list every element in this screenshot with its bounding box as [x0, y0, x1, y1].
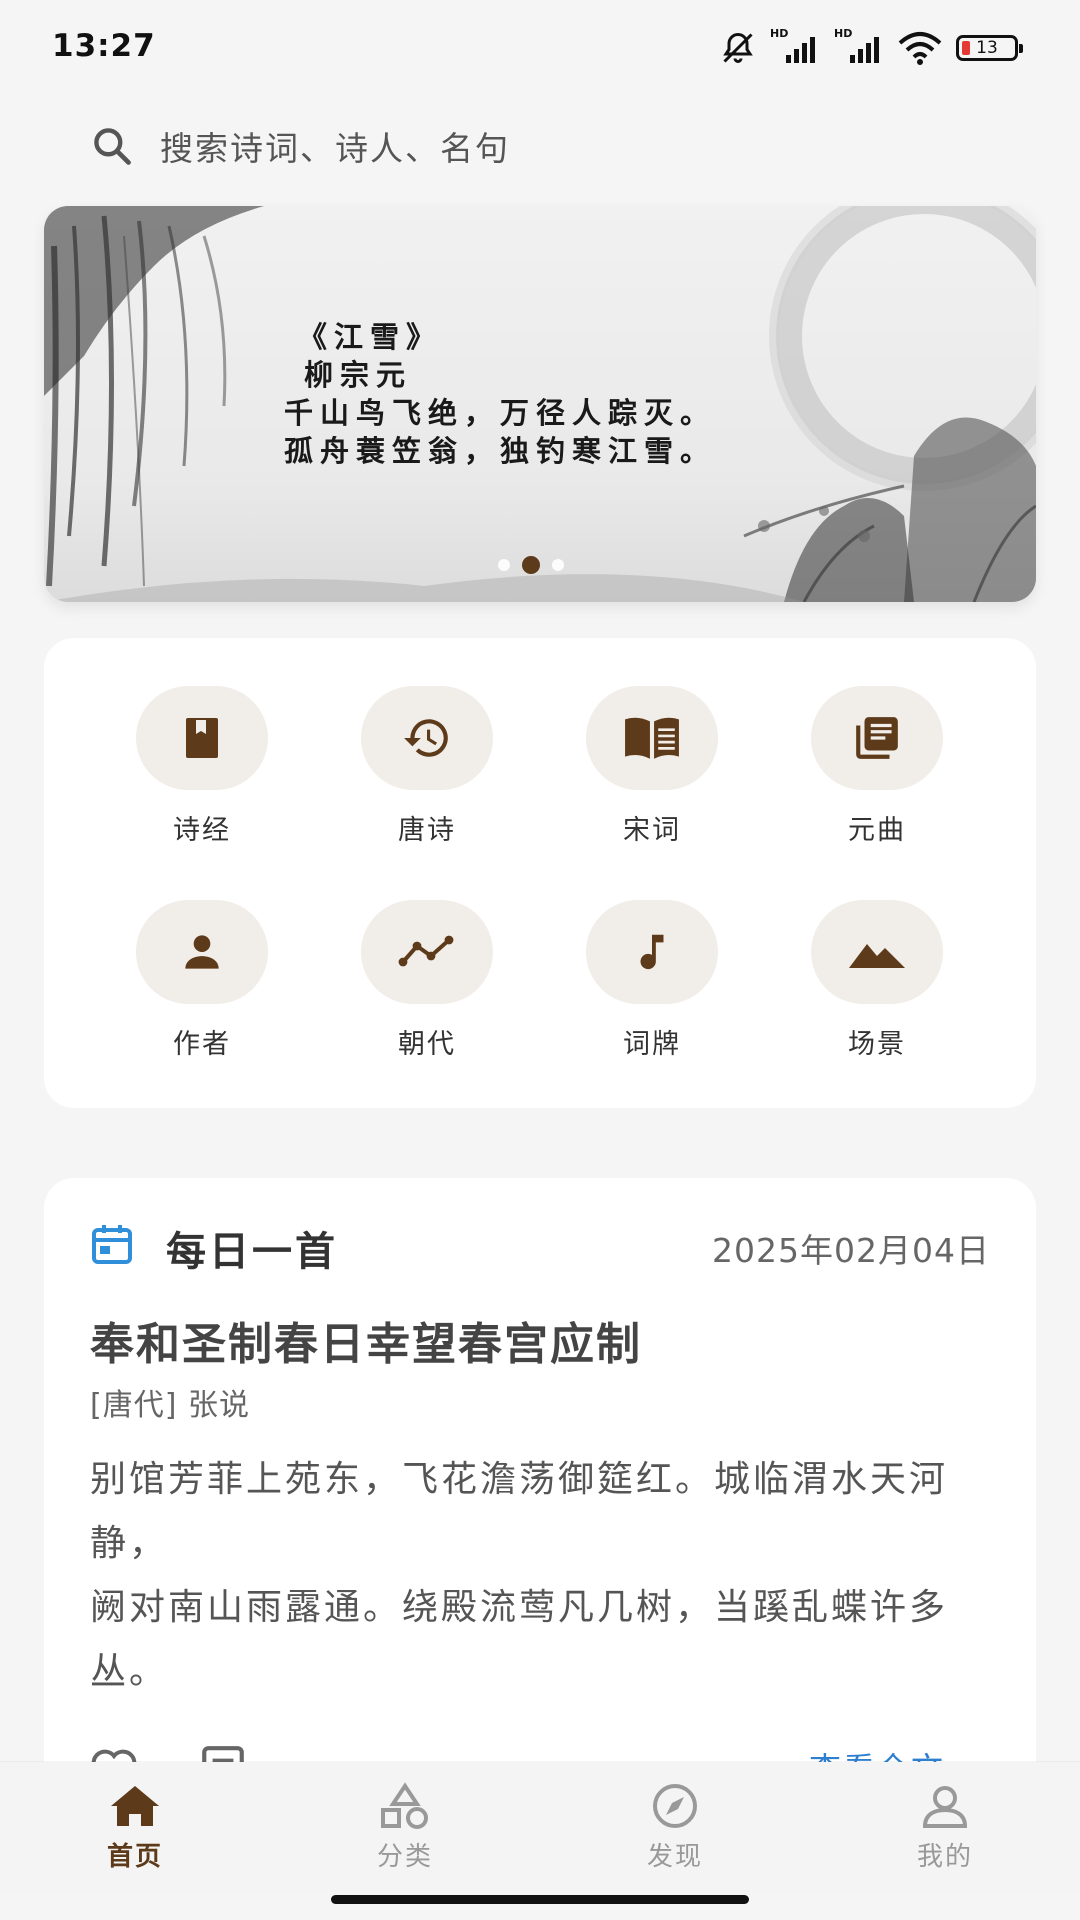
status-time: 13:27: [52, 28, 156, 64]
nav-home[interactable]: 首页: [75, 1782, 195, 1873]
open-book-icon: [625, 717, 679, 759]
banner-poem-line: 柳宗元: [304, 358, 413, 392]
category-label: 作者: [173, 1029, 231, 1060]
category-icon: [381, 1782, 428, 1829]
daily-date: 2025年02月04日: [712, 1231, 990, 1270]
search-icon: [94, 128, 131, 165]
poem-author: [唐代] 张说: [90, 1388, 250, 1423]
category-tangshi[interactable]: 唐诗: [347, 686, 507, 847]
poem-line: 阙对南山雨露通。绕殿流莺凡几树，当蹊乱蝶许多丛。: [90, 1587, 949, 1692]
category-songci[interactable]: 宋词: [572, 686, 732, 847]
category-author[interactable]: 作者: [122, 900, 282, 1061]
mute-bell-icon: [723, 32, 753, 63]
home-indicator[interactable]: [331, 1895, 749, 1904]
nav-label: 首页: [106, 1842, 163, 1872]
category-label: 词牌: [623, 1029, 681, 1060]
timeline-icon: [398, 935, 454, 967]
calendar-icon: [92, 1225, 132, 1264]
nav-label: 我的: [916, 1842, 973, 1872]
category-dynasty[interactable]: 朝代: [347, 900, 507, 1061]
category-label: 场景: [848, 1029, 906, 1060]
nav-label: 发现: [646, 1842, 703, 1872]
signal-icon: HD: [834, 27, 884, 63]
home-icon: [111, 1786, 159, 1826]
nav-category[interactable]: 分类: [345, 1782, 465, 1873]
poem-line: 别馆芳菲上苑东，飞花澹荡御筵红。城临渭水天河静，: [90, 1459, 949, 1564]
status-icons: HD HD 13: [720, 27, 1023, 68]
battery-icon: 13: [956, 35, 1023, 61]
poem-title: 奉和圣制春日幸望春宫应制: [90, 1319, 642, 1370]
category-scene[interactable]: 场景: [797, 900, 957, 1061]
carousel-dot[interactable]: [498, 559, 510, 571]
bottom-navigation: 首页 分类 发现 我的: [0, 1762, 1080, 1892]
banner-poem-line: 千山鸟飞绝，万径人踪灭。: [284, 396, 717, 430]
signal-icon: HD: [770, 27, 820, 63]
category-yuanqu[interactable]: 元曲: [797, 686, 957, 847]
carousel-indicator: [498, 556, 564, 574]
category-label: 宋词: [623, 815, 681, 846]
profile-icon: [922, 1786, 968, 1828]
daily-section-title: 每日一首: [166, 1229, 338, 1275]
banner-poem-line: 《江雪》: [298, 320, 443, 354]
category-label: 唐诗: [398, 815, 456, 846]
book-icon: [186, 718, 218, 758]
poem-body: 别馆芳菲上苑东，飞花澹荡御筵红。城临渭水天河静， 阙对南山雨露通。绕殿流莺凡几树…: [90, 1448, 1020, 1704]
library-icon: [856, 717, 898, 759]
category-label: 元曲: [848, 815, 906, 846]
category-cipai[interactable]: 词牌: [572, 900, 732, 1061]
nav-discover[interactable]: 发现: [615, 1782, 735, 1873]
music-note-icon: [640, 934, 664, 970]
nav-profile[interactable]: 我的: [885, 1782, 1005, 1873]
battery-level: 13: [976, 38, 998, 58]
person-icon: [185, 935, 219, 969]
wifi-icon: [898, 32, 942, 65]
history-icon: [404, 719, 448, 757]
carousel-dot-active[interactable]: [522, 556, 540, 574]
status-bar: 13:27 HD HD 13: [0, 0, 1080, 96]
search-bar[interactable]: 搜索诗词、诗人、名句: [90, 116, 990, 176]
category-shijing[interactable]: 诗经: [122, 686, 282, 847]
category-label: 诗经: [173, 815, 231, 846]
banner-poem: 《江雪》 柳宗元 千山鸟飞绝，万径人踪灭。 孤舟蓑笠翁，独钓寒江雪。: [284, 318, 716, 470]
compass-icon: [653, 1784, 697, 1828]
search-placeholder: 搜索诗词、诗人、名句: [160, 129, 510, 168]
nav-label: 分类: [376, 1842, 433, 1872]
banner-carousel[interactable]: 《江雪》 柳宗元 千山鸟飞绝，万径人踪灭。 孤舟蓑笠翁，独钓寒江雪。: [44, 206, 1036, 602]
banner-poem-line: 孤舟蓑笠翁，独钓寒江雪。: [284, 434, 717, 468]
category-label: 朝代: [398, 1029, 456, 1060]
landscape-icon: [849, 944, 905, 968]
categories-card: 诗经 唐诗 宋词 元曲 作者 朝代 词牌 场景: [44, 638, 1036, 1108]
carousel-dot[interactable]: [552, 559, 564, 571]
